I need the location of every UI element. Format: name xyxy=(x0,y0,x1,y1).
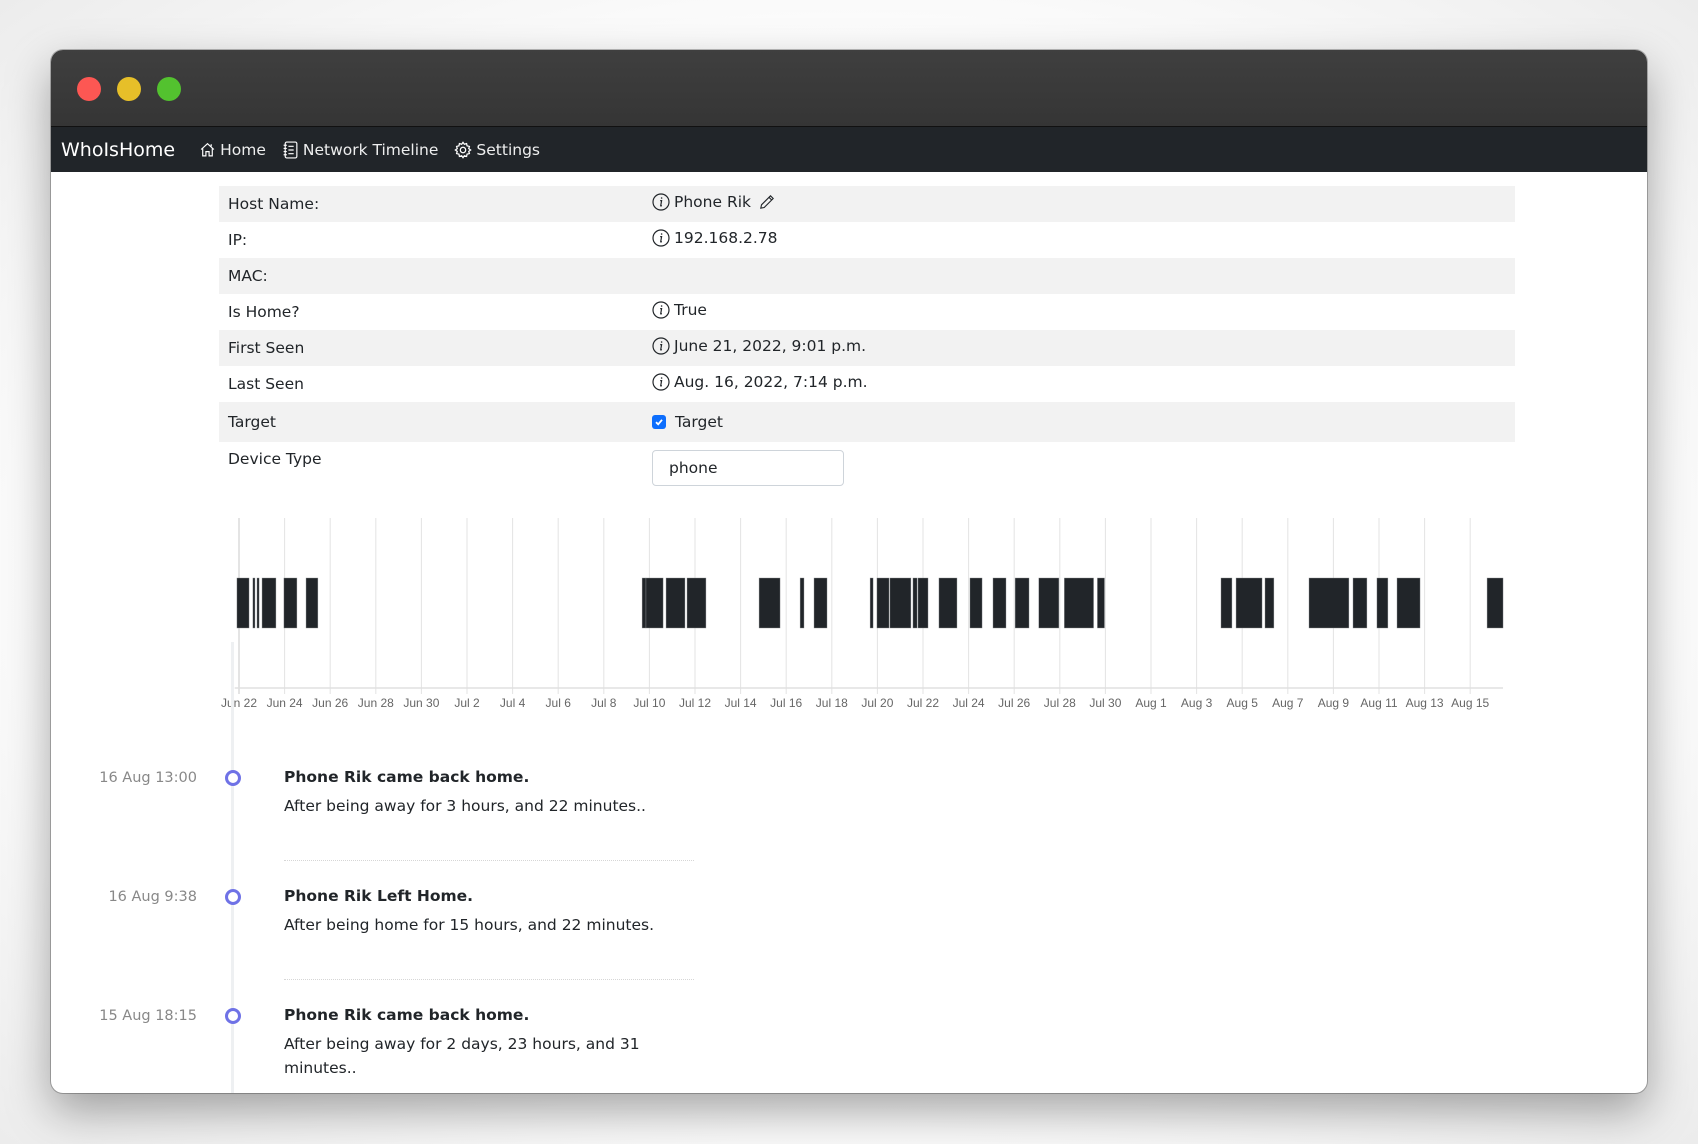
x-tick-label: Jul 14 xyxy=(725,696,757,710)
presence-timeline-chart: Jun 22 Jun 24 Jun 26 Jun 28 Jun 30 Jul 2 Jul 4… xyxy=(221,518,1504,710)
presence-bar xyxy=(1376,577,1389,629)
presence-bar xyxy=(236,577,250,629)
presence-bar xyxy=(686,577,707,629)
presence-bar xyxy=(305,577,319,629)
presence-bar xyxy=(252,577,256,629)
event-description: After being away for 3 hours, and 22 min… xyxy=(284,797,646,815)
presence-bar xyxy=(1064,577,1094,629)
x-tick-label: Jul 18 xyxy=(816,696,848,710)
presence-bar xyxy=(256,577,260,629)
presence-bar xyxy=(889,577,912,629)
x-tick-label: Jul 12 xyxy=(679,696,711,710)
x-tick-label: Jun 24 xyxy=(267,696,303,710)
x-tick-label: Jul 24 xyxy=(953,696,985,710)
presence-bar xyxy=(261,577,277,629)
presence-bar xyxy=(1352,577,1368,629)
presence-bar xyxy=(1038,577,1060,629)
event-time: 15 Aug 18:15 xyxy=(99,1008,197,1024)
timeline-dot-icon xyxy=(225,889,241,905)
presence-bar xyxy=(1264,577,1275,629)
event-separator xyxy=(284,979,694,980)
x-tick-label: Aug 9 xyxy=(1318,696,1350,710)
presence-bar xyxy=(813,577,828,629)
x-tick-label: Jul 6 xyxy=(546,696,572,710)
x-tick-label: Jul 8 xyxy=(591,696,617,710)
x-tick-label: Jun 22 xyxy=(221,696,257,710)
x-tick-label: Jun 28 xyxy=(358,696,394,710)
presence-bar xyxy=(1097,577,1105,629)
x-tick-label: Jul 10 xyxy=(633,696,665,710)
x-tick-label: Jul 4 xyxy=(500,696,526,710)
presence-bar xyxy=(1396,577,1421,629)
event-title: Phone Rik came back home. xyxy=(284,768,530,786)
x-tick-label: Jul 28 xyxy=(1044,696,1076,710)
x-tick-label: Jun 30 xyxy=(403,696,439,710)
x-tick-label: Jul 16 xyxy=(770,696,802,710)
presence-bar xyxy=(758,577,781,629)
x-tick-label: Aug 11 xyxy=(1360,696,1397,710)
timeline-dot-icon xyxy=(225,1008,241,1024)
event-title: Phone Rik came back home. xyxy=(284,1006,530,1024)
presence-bar xyxy=(912,577,918,629)
presence-bar xyxy=(917,577,929,629)
event-description: After being away for 2 days, 23 hours, a… xyxy=(284,1035,640,1077)
app-window: WhoIsHome Home Network Timeline Settings xyxy=(51,50,1647,1093)
presence-bar xyxy=(665,577,686,629)
x-tick-label: Jun 26 xyxy=(312,696,348,710)
presence-bar xyxy=(1486,577,1504,629)
event-separator xyxy=(284,860,694,861)
event-title: Phone Rik Left Home. xyxy=(284,887,474,905)
presence-bar xyxy=(969,577,983,629)
presence-bar xyxy=(1308,577,1350,629)
presence-bar xyxy=(1014,577,1030,629)
presence-bar xyxy=(992,577,1007,629)
presence-bar xyxy=(799,577,805,629)
presence-bar xyxy=(641,577,647,629)
event-time: 16 Aug 13:00 xyxy=(99,770,197,786)
x-tick-label: Jul 20 xyxy=(861,696,893,710)
x-tick-label: Jul 2 xyxy=(454,696,480,710)
presence-bar xyxy=(876,577,890,629)
timeline-dot-icon xyxy=(225,770,241,786)
timeline-line xyxy=(231,642,234,1093)
presence-bar xyxy=(1220,577,1233,629)
x-tick-label: Jul 30 xyxy=(1089,696,1121,710)
x-tick-label: Aug 13 xyxy=(1406,696,1444,710)
presence-bar xyxy=(283,577,298,629)
event-description: After being home for 15 hours, and 22 mi… xyxy=(284,916,655,934)
presence-bar xyxy=(1235,577,1263,629)
presence-bar xyxy=(938,577,958,629)
presence-bar xyxy=(869,577,874,629)
x-tick-label: Aug 3 xyxy=(1181,696,1213,710)
x-tick-label: Aug 7 xyxy=(1272,696,1304,710)
event-time: 16 Aug 9:38 xyxy=(108,889,197,905)
x-tick-label: Aug 5 xyxy=(1227,696,1259,710)
x-tick-label: Aug 15 xyxy=(1451,696,1489,710)
x-tick-label: Jul 26 xyxy=(998,696,1030,710)
x-tick-label: Jul 22 xyxy=(907,696,939,710)
x-tick-label: Aug 1 xyxy=(1135,696,1167,710)
presence-bar xyxy=(645,577,664,629)
